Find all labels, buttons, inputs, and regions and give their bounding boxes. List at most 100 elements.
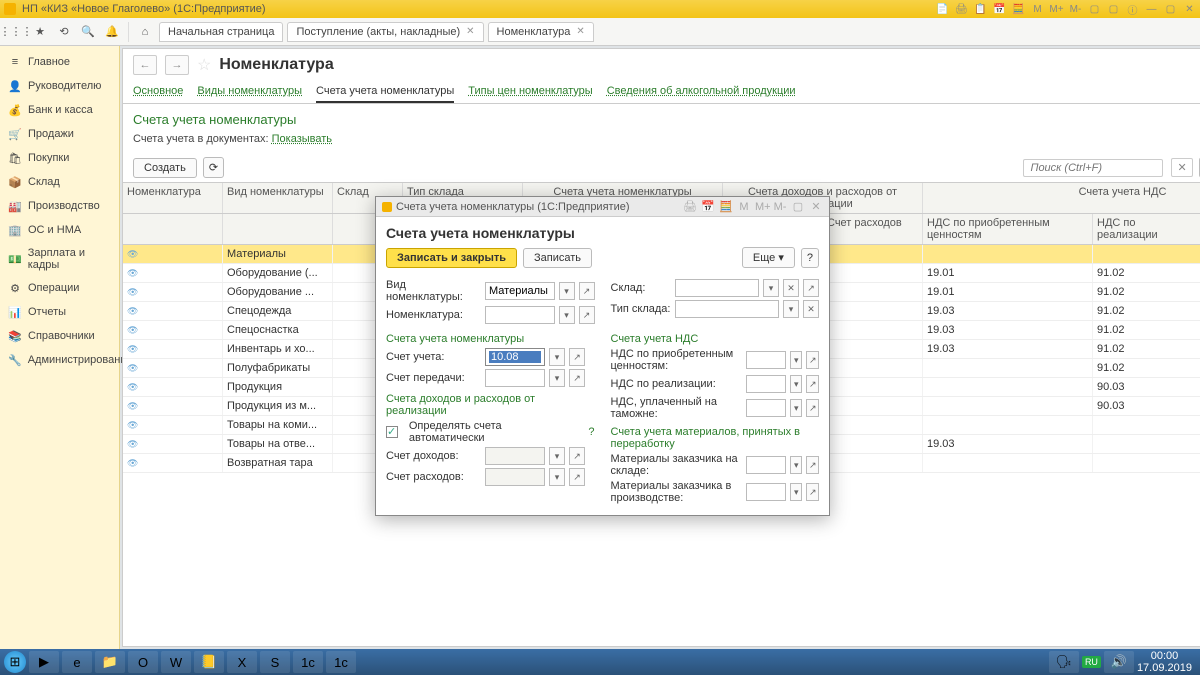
close-icon[interactable]: ✕ [809,200,823,213]
subtab[interactable]: Сведения об алкогольной продукции [607,81,796,103]
minimize-icon[interactable]: — [1145,3,1158,16]
taskbar-item[interactable]: ▶ [29,651,59,673]
tab-receipts[interactable]: Поступление (акты, накладные)✕ [287,22,483,42]
clock[interactable]: 00:0017.09.2019 [1137,650,1196,674]
save-close-button[interactable]: Записать и закрыть [386,248,517,268]
toolbar-icon[interactable]: 📄 [936,3,949,16]
star-icon[interactable]: ★ [30,22,50,42]
dropdown-icon[interactable]: ▾ [549,369,565,387]
open-icon[interactable]: ↗ [579,306,595,324]
close-icon[interactable]: ✕ [576,26,584,37]
close-icon[interactable]: ✕ [1183,3,1196,16]
subtab[interactable]: Счета учета номенклатуры [316,81,454,103]
apps-icon[interactable]: ⋮⋮⋮ [6,22,26,42]
refresh-button[interactable]: ⟳ [203,157,224,178]
dropdown-icon[interactable]: ▾ [783,300,799,318]
open-icon[interactable]: ↗ [806,456,819,474]
nds-tam-input[interactable] [746,399,786,417]
tray-icon[interactable]: 🗣 [1049,651,1079,673]
search-input[interactable] [1023,159,1163,177]
dialog-titlebar[interactable]: Счета учета номенклатуры (1С:Предприятие… [376,197,829,217]
start-button[interactable]: ⊞ [4,651,26,673]
dropdown-icon[interactable]: ▾ [549,447,565,465]
dropdown-icon[interactable]: ▾ [549,348,565,366]
print-icon[interactable]: 🖨 [683,200,697,213]
sidebar-item[interactable]: 🛒Продажи [0,122,119,146]
schet-input[interactable]: 10.08 [485,348,545,366]
sidebar-item[interactable]: 📊Отчеты [0,300,119,324]
subtab[interactable]: Типы цен номенклатуры [468,81,592,103]
tab-nomenclature[interactable]: Номенклатура✕ [488,22,594,42]
tray-icon[interactable]: 🔊 [1104,651,1134,673]
col-header[interactable]: Счет расходов [823,214,923,244]
clear-search-button[interactable]: ✕ [1171,158,1192,177]
sidebar-item[interactable]: ≡Главное [0,50,119,74]
sidebar-item[interactable]: 💰Банк и касса [0,98,119,122]
history-icon[interactable]: ⟲ [54,22,74,42]
maximize-icon[interactable]: ▢ [1164,3,1177,16]
open-icon[interactable]: ↗ [569,468,585,486]
m-plus-icon[interactable]: M+ [755,201,769,213]
lang-indicator[interactable]: RU [1082,656,1101,668]
toolbar-icon[interactable]: 🖨 [955,3,968,16]
calc-icon[interactable]: 🧮 [1012,3,1025,16]
calendar-icon[interactable]: 📅 [701,200,715,213]
sidebar-item[interactable]: 🏭Производство [0,194,119,218]
open-icon[interactable]: ↗ [803,279,819,297]
mat-proizv-input[interactable] [746,483,786,501]
taskbar-item[interactable]: 📒 [194,651,224,673]
sidebar-item[interactable]: 📦Склад [0,170,119,194]
subtab[interactable]: Основное [133,81,183,103]
dropdown-icon[interactable]: ▾ [559,282,575,300]
open-icon[interactable]: ↗ [569,447,585,465]
dropdown-icon[interactable]: ▾ [559,306,575,324]
taskbar-item[interactable]: S [260,651,290,673]
help-link[interactable]: ? [588,426,594,438]
dropdown-icon[interactable]: ▾ [790,483,803,501]
save-button[interactable]: Записать [523,248,592,268]
col-header[interactable]: Вид номенклатуры [223,183,333,213]
col-header[interactable]: НДС по реализации [1093,214,1200,244]
dropdown-icon[interactable]: ▾ [763,279,779,297]
more-button[interactable]: Еще ▾ [742,247,795,268]
dropdown-icon[interactable]: ▾ [790,375,803,393]
forward-button[interactable]: → [165,55,189,75]
sidebar-item[interactable]: 👤Руководителю [0,74,119,98]
sidebar-item[interactable]: 💵Зарплата и кадры [0,242,119,276]
taskbar-item[interactable]: O [128,651,158,673]
tip-input[interactable] [675,300,780,318]
bell-icon[interactable]: 🔔 [102,22,122,42]
m-icon[interactable]: M [1031,3,1044,16]
taskbar-item[interactable]: e [62,651,92,673]
dropdown-icon[interactable]: ▾ [790,456,803,474]
open-icon[interactable]: ↗ [569,348,585,366]
calc-icon[interactable]: 🧮 [719,200,733,213]
help-button[interactable]: ? [801,248,819,268]
sidebar-item[interactable]: 🛍Покупки [0,146,119,170]
col-header[interactable]: НДС по приобретенным ценностям [923,214,1093,244]
open-icon[interactable]: ↗ [569,369,585,387]
toolbar-icon[interactable]: 📅 [993,3,1006,16]
sidebar-item[interactable]: 🏢ОС и НМА [0,218,119,242]
toolbar-icon[interactable]: ▢ [1088,3,1101,16]
col-header[interactable]: Номенклатура [123,183,223,213]
dropdown-icon[interactable]: ▾ [790,399,803,417]
dropdown-icon[interactable]: ▾ [549,468,565,486]
search-icon[interactable]: 🔍 [78,22,98,42]
vid-input[interactable]: Материалы [485,282,555,300]
m-minus-icon[interactable]: M- [773,201,787,213]
dropdown-icon[interactable]: ▾ [790,351,803,369]
auto-checkbox[interactable] [386,426,398,438]
mat-sklad-input[interactable] [746,456,786,474]
m-minus-icon[interactable]: M- [1069,3,1082,16]
open-icon[interactable]: ↗ [806,399,819,417]
info-icon[interactable]: ⓘ [1126,3,1139,16]
home-icon[interactable]: ⌂ [135,22,155,42]
info-link[interactable]: Показывать [272,133,332,145]
taskbar-item[interactable]: 1c [293,651,323,673]
toolbar-icon[interactable]: 📋 [974,3,987,16]
open-icon[interactable]: ↗ [579,282,595,300]
nds-priob-input[interactable] [746,351,786,369]
back-button[interactable]: ← [133,55,157,75]
m-plus-icon[interactable]: M+ [1050,3,1063,16]
